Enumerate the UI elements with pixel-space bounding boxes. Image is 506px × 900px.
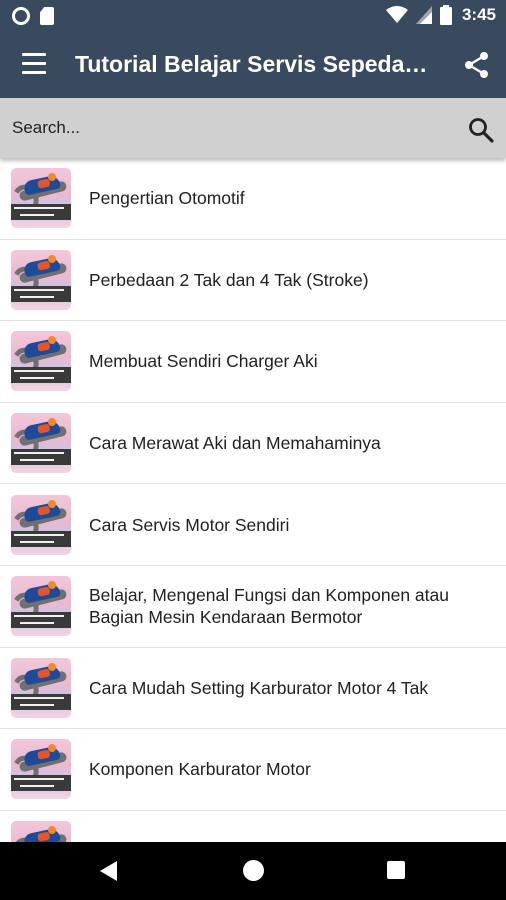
- list-item-title: Komponen Karburator Motor: [89, 759, 311, 780]
- home-icon[interactable]: [243, 860, 264, 881]
- status-bar: 3:45: [0, 0, 506, 32]
- battery-icon: [439, 5, 452, 25]
- list-item[interactable]: Komponen Karburator Motor: [0, 729, 506, 811]
- tutorial-thumbnail: [11, 413, 71, 474]
- list-item[interactable]: Membuat Sendiri Charger Aki: [0, 321, 506, 403]
- wifi-icon: [385, 6, 408, 23]
- list-item[interactable]: Pengertian Otomotif: [0, 158, 506, 240]
- share-icon[interactable]: [463, 51, 491, 79]
- search-icon[interactable]: [468, 117, 494, 143]
- tutorial-thumbnail: [11, 494, 71, 555]
- list-item[interactable]: [0, 811, 506, 842]
- cell-signal-icon: [415, 6, 432, 24]
- app-title: Tutorial Belajar Servis Sepeda Motor: [75, 51, 430, 77]
- tutorial-thumbnail: [11, 576, 71, 637]
- tutorial-thumbnail: [11, 739, 71, 800]
- list-item-title: Cara Servis Motor Sendiri: [89, 514, 290, 535]
- list-item-title: Membuat Sendiri Charger Aki: [89, 351, 318, 372]
- list-item[interactable]: Perbedaan 2 Tak dan 4 Tak (Stroke): [0, 240, 506, 322]
- list-item[interactable]: Belajar, Mengenal Fungsi dan Komponen at…: [0, 566, 506, 648]
- list-item[interactable]: Cara Merawat Aki dan Memahaminya: [0, 403, 506, 485]
- status-time: 3:45: [461, 5, 496, 24]
- app-bar: Tutorial Belajar Servis Sepeda Motor: [0, 32, 506, 98]
- tutorial-thumbnail: [11, 331, 71, 392]
- list-item-title: Belajar, Mengenal Fungsi dan Komponen at…: [89, 585, 449, 628]
- record-icon: [12, 7, 30, 25]
- list-item-title: Perbedaan 2 Tak dan 4 Tak (Stroke): [89, 269, 369, 290]
- list-item-title: Cara Mudah Setting Karburator Motor 4 Ta…: [89, 677, 429, 698]
- list-item[interactable]: Cara Servis Motor Sendiri: [0, 484, 506, 566]
- search-input[interactable]: [12, 115, 432, 141]
- list-item[interactable]: Cara Mudah Setting Karburator Motor 4 Ta…: [0, 648, 506, 730]
- recent-apps-icon[interactable]: [387, 861, 405, 879]
- list-item-title: Pengertian Otomotif: [89, 188, 245, 209]
- tutorial-thumbnail: [11, 168, 71, 229]
- system-nav-bar: [0, 842, 506, 900]
- search-bar: [0, 98, 506, 158]
- tutorial-list: Pengertian Otomotif Perbedaan 2 Tak dan …: [0, 158, 506, 842]
- tutorial-thumbnail: [11, 821, 71, 842]
- list-item-title: Cara Merawat Aki dan Memahaminya: [89, 433, 381, 454]
- back-icon[interactable]: [100, 861, 117, 881]
- tutorial-thumbnail: [11, 657, 71, 718]
- sd-card-icon: [40, 7, 54, 25]
- tutorial-thumbnail: [11, 249, 71, 310]
- hamburger-menu-icon[interactable]: [22, 53, 48, 77]
